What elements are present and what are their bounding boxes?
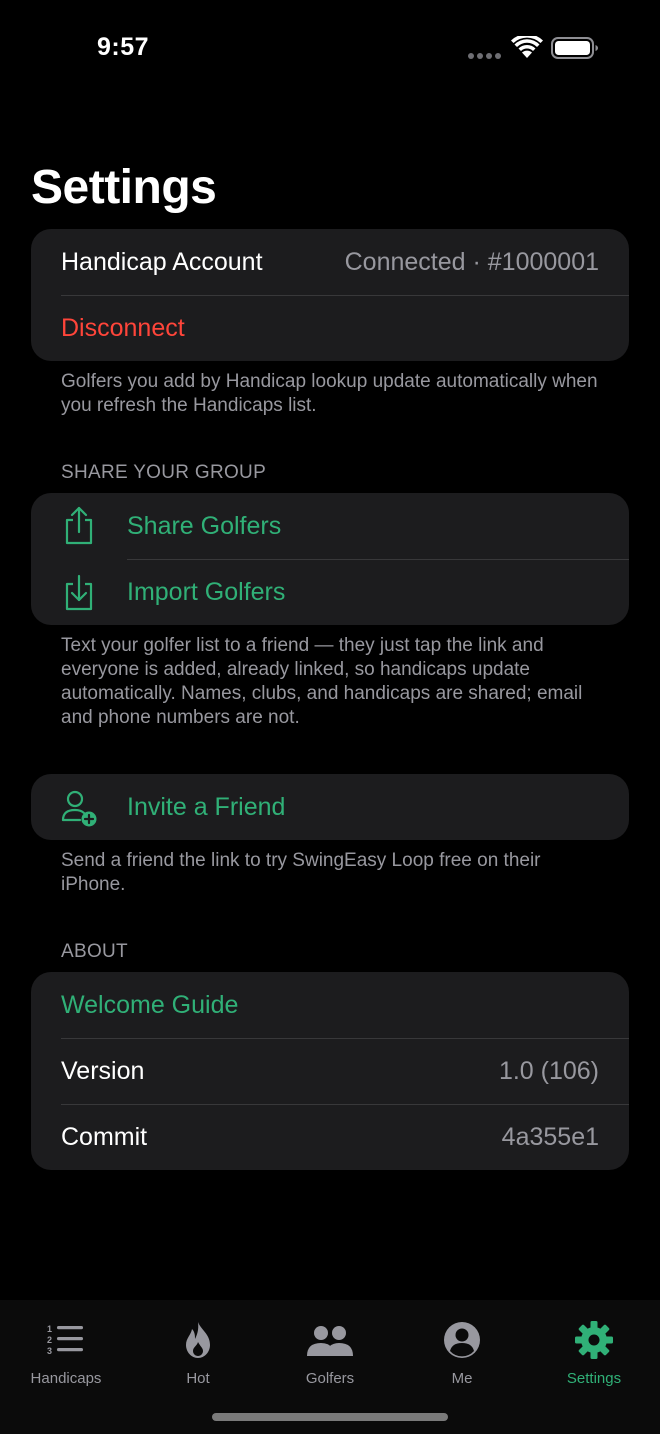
commit-row: Commit 4a355e1	[31, 1104, 629, 1170]
invite-friend-button[interactable]: Invite a Friend	[31, 774, 629, 840]
page-title: Settings	[31, 161, 217, 214]
about-group: Welcome Guide Version 1.0 (106) Commit 4…	[31, 972, 629, 1170]
invite-group: Invite a Friend	[31, 774, 629, 840]
commit-value: 4a355e1	[501, 1122, 599, 1151]
cellular-signal-icon	[468, 53, 501, 59]
share-icon	[65, 506, 93, 545]
tab-me[interactable]: Me	[396, 1320, 528, 1387]
import-golfers-button[interactable]: Import Golfers	[31, 559, 629, 625]
person-circle-icon	[444, 1322, 480, 1358]
share-golfers-button[interactable]: Share Golfers	[31, 493, 629, 559]
welcome-guide-label: Welcome Guide	[61, 990, 239, 1019]
about-section-header: ABOUT	[61, 941, 128, 962]
version-label: Version	[61, 1056, 145, 1085]
welcome-guide-button[interactable]: Welcome Guide	[31, 972, 629, 1038]
tab-settings-label: Settings	[566, 1370, 622, 1387]
handicap-account-group: Handicap Account Connected · #1000001 Di…	[31, 229, 629, 361]
share-golfers-label: Share Golfers	[127, 511, 282, 540]
connection-status-value: Connected · #1000001	[344, 247, 599, 276]
tab-hot-label: Hot	[186, 1370, 210, 1387]
tab-handicaps-label: Handicaps	[30, 1370, 102, 1387]
people-icon	[307, 1326, 353, 1356]
status-bar: 9:57	[0, 0, 660, 100]
import-icon	[65, 574, 93, 611]
handicap-account-label: Handicap Account	[61, 247, 263, 276]
gear-icon	[575, 1321, 613, 1359]
account-footer-note: Golfers you add by Handicap lookup updat…	[61, 371, 598, 416]
tab-me-label: Me	[451, 1370, 473, 1387]
svg-text:1: 1	[47, 1324, 52, 1334]
svg-text:3: 3	[47, 1346, 52, 1356]
tab-bar: 1 2 3 Handicaps Hot Golfers Me Settings	[0, 1300, 660, 1434]
tab-golfers[interactable]: Golfers	[264, 1320, 396, 1387]
battery-icon	[551, 37, 598, 59]
import-golfers-label: Import Golfers	[127, 577, 286, 606]
tab-handicaps[interactable]: 1 2 3 Handicaps	[0, 1320, 132, 1387]
share-footer-note: Text your golfer list to a friend — they…	[61, 635, 583, 728]
svg-text:2: 2	[47, 1335, 52, 1345]
commit-label: Commit	[61, 1122, 148, 1151]
flame-icon	[186, 1322, 210, 1358]
share-section-header: SHARE YOUR GROUP	[61, 462, 267, 483]
numbered-list-icon: 1 2 3	[47, 1324, 83, 1356]
invite-footer-note: Send a friend the link to try SwingEasy …	[61, 850, 541, 895]
add-person-icon	[61, 790, 97, 827]
invite-friend-label: Invite a Friend	[127, 792, 286, 821]
tab-settings[interactable]: Settings	[528, 1320, 660, 1387]
wifi-icon	[511, 36, 543, 58]
settings-screen: 9:57 Settings Handicap Account Connected…	[0, 0, 660, 1434]
handicap-account-row: Handicap Account Connected · #1000001	[31, 229, 629, 295]
share-group: Share Golfers Import Golfers	[31, 493, 629, 625]
disconnect-label: Disconnect	[61, 313, 185, 342]
tab-hot[interactable]: Hot	[132, 1320, 264, 1387]
disconnect-button[interactable]: Disconnect	[31, 295, 629, 361]
tab-golfers-label: Golfers	[305, 1370, 355, 1387]
home-indicator	[212, 1413, 448, 1421]
status-time: 9:57	[97, 33, 150, 61]
version-value: 1.0 (106)	[498, 1056, 599, 1085]
version-row: Version 1.0 (106)	[31, 1038, 629, 1104]
